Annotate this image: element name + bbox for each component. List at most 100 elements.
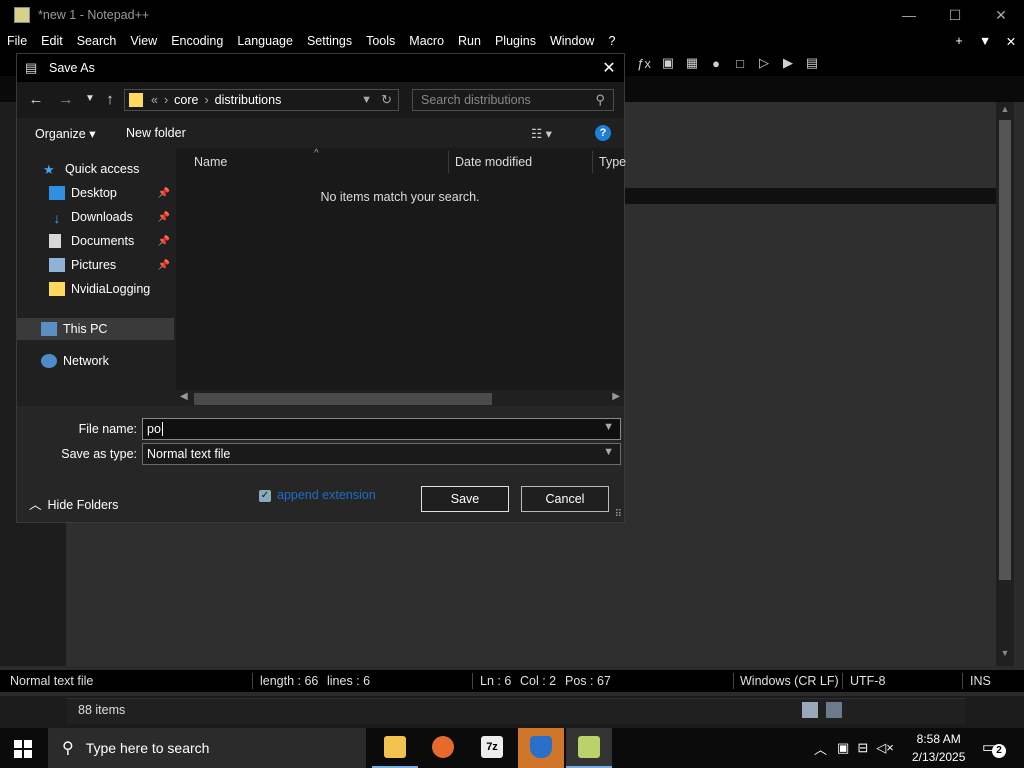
menu-view[interactable]: View [123,34,164,48]
security-icon[interactable]: ▣ [837,740,849,756]
hide-folders-button[interactable]: ︿ Hide Folders [29,494,118,513]
view-options-icon[interactable]: ☷ ▾ [531,126,552,141]
record-macro-icon[interactable]: ● [708,54,724,72]
organize-button[interactable]: Organize ▾ [35,126,95,141]
file-list-pane[interactable]: Name ^ Date modified Type No items match… [176,148,626,406]
editor-vertical-scrollbar[interactable]: ▲ ▼ [996,102,1014,666]
refresh-icon[interactable]: ↻ [381,92,392,108]
nav-desktop[interactable]: Desktop 📌 [17,182,174,204]
show-hidden-icons-icon[interactable]: ︿ [814,739,827,758]
taskbar-search[interactable]: ⚲ Type here to search [48,728,366,768]
empty-message: No items match your search. [320,190,480,204]
status-bar: Normal text file length : 66 lines : 6 L… [0,670,1024,692]
menu-file[interactable]: File [0,34,34,48]
close-tab-button[interactable]: ✕ [998,34,1024,49]
forward-arrow-icon[interactable]: → [57,91,75,109]
dialog-close-button[interactable]: ✕ [594,54,624,82]
notification-center-icon[interactable]: ▭ 2 [982,738,1006,758]
large-icons-view-icon[interactable] [826,702,842,718]
help-icon[interactable]: ? [595,125,611,141]
monitor-icon[interactable]: ▦ [684,54,700,72]
file-name-dropdown-icon[interactable]: ▼ [603,421,614,433]
back-arrow-icon[interactable]: ← [27,91,45,109]
menu-encoding[interactable]: Encoding [164,34,230,48]
scroll-right-icon[interactable]: ▶ [612,391,620,402]
scroll-down-icon[interactable]: ▼ [996,648,1014,664]
nav-documents[interactable]: Documents 📌 [17,230,174,252]
menu-help[interactable]: ? [601,34,622,48]
file-name-input[interactable]: po ▼ [142,418,621,440]
menu-macro[interactable]: Macro [402,34,451,48]
volume-muted-icon[interactable]: ◁× [876,740,894,756]
network-tray-icon[interactable]: ⊟ [857,740,868,756]
horizontal-scroll-thumb[interactable] [194,393,492,405]
menu-language[interactable]: Language [230,34,300,48]
computer-icon [41,322,57,336]
scroll-up-icon[interactable]: ▲ [996,104,1014,120]
firefox-taskbar-icon[interactable] [420,728,466,768]
new-folder-button[interactable]: New folder [126,126,186,140]
up-arrow-icon[interactable]: ↑ [101,91,119,109]
breadcrumb-core[interactable]: core [174,93,198,107]
menu-tools[interactable]: Tools [359,34,402,48]
resize-grip-icon[interactable]: ⠿ [615,509,622,520]
close-window-button[interactable]: ✕ [978,0,1024,30]
nav-network[interactable]: Network [17,350,174,372]
nav-pictures[interactable]: Pictures 📌 [17,254,174,276]
nav-this-pc[interactable]: This PC [17,318,174,340]
menu-search[interactable]: Search [70,34,124,48]
details-view-icon[interactable] [802,702,818,718]
nav-quick-access[interactable]: ★ Quick access [17,158,174,180]
scroll-left-icon[interactable]: ◀ [180,391,188,402]
cancel-button[interactable]: Cancel [521,486,609,512]
function-list-icon[interactable]: ƒx [636,54,652,72]
clock[interactable]: 8:58 AM 2/13/2025 [912,730,965,766]
nav-downloads[interactable]: ↓ Downloads 📌 [17,206,174,228]
column-type[interactable]: Type [599,155,626,169]
address-dropdown-icon[interactable]: ▼ [361,94,372,106]
search-icon[interactable]: ⚲ [595,92,605,108]
start-button[interactable] [14,740,32,758]
breadcrumb-overflow[interactable]: « [151,93,158,107]
search-placeholder: Search distributions [421,93,531,107]
column-name[interactable]: Name [194,155,227,169]
network-icon [41,354,57,368]
dialog-title: Save As [49,61,95,75]
nav-nvidialogging[interactable]: NvidiaLogging [17,278,174,300]
stop-record-icon[interactable]: □ [732,54,748,72]
menu-settings[interactable]: Settings [300,34,359,48]
search-box[interactable]: Search distributions ⚲ [412,89,614,111]
new-tab-button[interactable]: + [946,34,972,49]
column-date-modified[interactable]: Date modified [455,155,532,169]
recent-locations-icon[interactable]: ▼ [81,93,99,111]
search-icon: ⚲ [62,740,74,757]
save-button[interactable]: Save [421,486,509,512]
menu-edit[interactable]: Edit [34,34,70,48]
notepad-plus-plus-taskbar-icon[interactable] [566,728,612,768]
minimize-button[interactable]: — [886,0,932,30]
playback-icon[interactable]: ▷ [756,54,772,72]
file-explorer-taskbar-icon[interactable] [372,728,418,768]
maximize-button[interactable]: ☐ [932,0,978,30]
horizontal-scrollbar[interactable]: ◀ ▶ [176,390,624,406]
tab-list-button[interactable]: ▼ [972,34,998,49]
navigation-pane: ★ Quick access Desktop 📌 ↓ Downloads 📌 D… [17,148,174,406]
save-macro-icon[interactable]: ▤ [804,54,820,72]
uac-shield-taskbar-icon[interactable] [518,728,564,768]
scroll-thumb[interactable] [999,120,1011,580]
document-icon [49,234,61,248]
menu-plugins[interactable]: Plugins [488,34,543,48]
menu-window[interactable]: Window [543,34,601,48]
breadcrumb-distributions[interactable]: distributions [215,93,282,107]
hide-folders-label: Hide Folders [47,498,119,512]
address-bar[interactable]: « › core › distributions ▼ ↻ [124,89,399,111]
append-extension-label[interactable]: append extension [277,488,376,502]
save-type-dropdown-icon[interactable]: ▼ [603,446,614,458]
nav-label: Quick access [65,162,140,176]
folder-workspace-icon[interactable]: ▣ [660,54,676,72]
run-macro-multiple-icon[interactable]: ▶ [780,54,796,72]
menu-run[interactable]: Run [451,34,488,48]
save-type-select[interactable]: Normal text file ▼ [142,443,621,465]
7zip-taskbar-icon[interactable]: 7z [469,728,515,768]
append-extension-checkbox[interactable]: ✓ [259,490,271,502]
